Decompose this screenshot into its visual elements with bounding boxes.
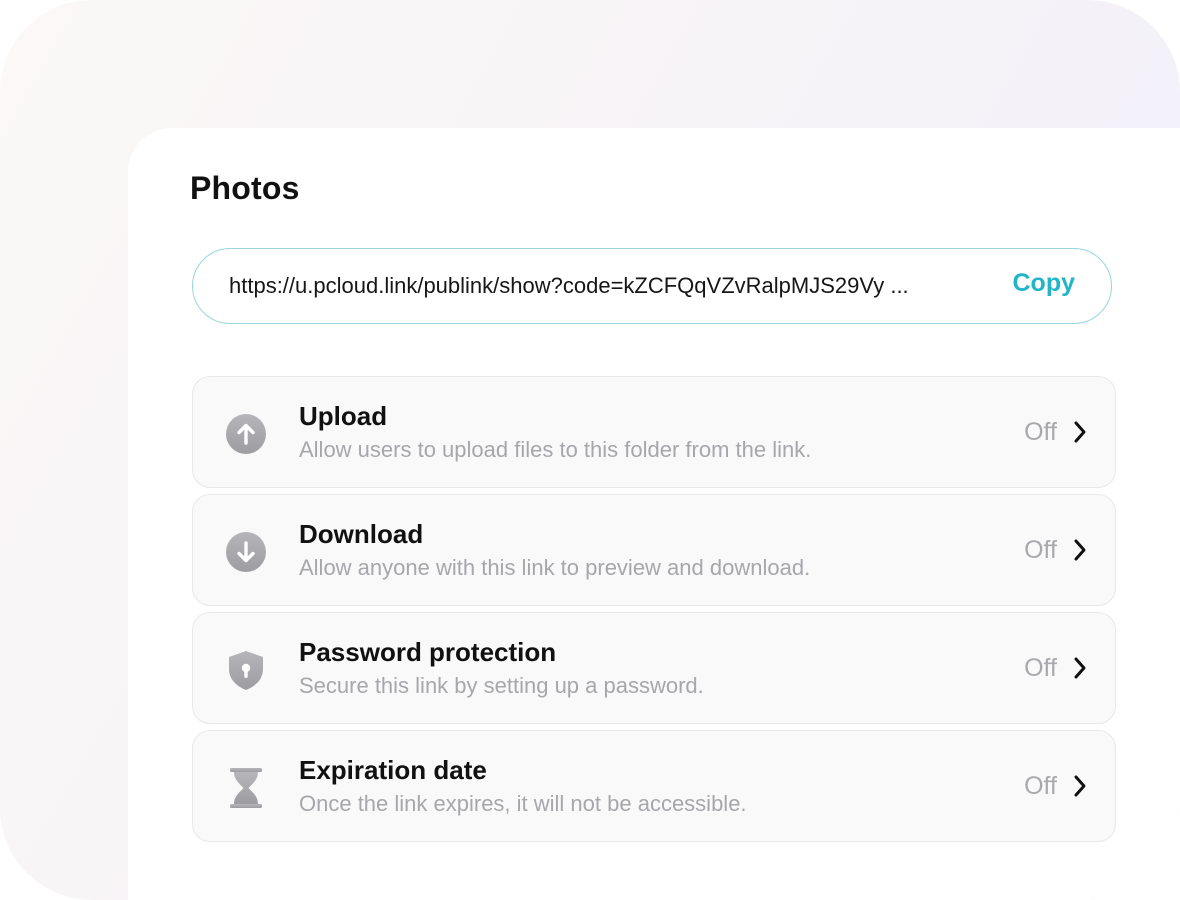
- option-description: Once the link expires, it will not be ac…: [299, 791, 747, 816]
- option-label: Download: [299, 519, 424, 549]
- share-link-url[interactable]: https://u.pcloud.link/publink/show?code=…: [229, 273, 909, 299]
- option-status: Off: [1024, 418, 1057, 446]
- background-frame: Photos https://u.pcloud.link/publink/sho…: [0, 0, 1180, 900]
- copy-link-button[interactable]: Copy: [1013, 269, 1076, 298]
- option-label: Upload: [299, 401, 388, 431]
- option-description: Allow users to upload files to this fold…: [299, 437, 812, 462]
- option-status: Off: [1024, 772, 1057, 800]
- option-download[interactable]: Download Allow anyone with this link to …: [192, 494, 1116, 606]
- option-label: Password protection: [299, 637, 557, 667]
- option-description: Secure this link by setting up a passwor…: [299, 673, 704, 698]
- chevron-right-icon: [1074, 775, 1086, 797]
- option-status: Off: [1024, 536, 1057, 564]
- upload-icon: [226, 414, 266, 454]
- chevron-right-icon: [1074, 539, 1086, 561]
- option-status: Off: [1024, 654, 1057, 682]
- hourglass-icon: [230, 768, 262, 808]
- page-title: Photos: [190, 170, 300, 206]
- download-icon: [226, 532, 266, 572]
- chevron-right-icon: [1074, 421, 1086, 443]
- share-link-panel: Photos https://u.pcloud.link/publink/sho…: [128, 128, 1180, 900]
- option-expiration-date[interactable]: Expiration date Once the link expires, i…: [192, 730, 1116, 842]
- option-description: Allow anyone with this link to preview a…: [299, 555, 811, 580]
- chevron-right-icon: [1074, 657, 1086, 679]
- shield-lock-icon: [229, 651, 263, 690]
- option-label: Expiration date: [299, 755, 487, 785]
- share-link-field[interactable]: https://u.pcloud.link/publink/show?code=…: [192, 248, 1112, 324]
- option-upload[interactable]: Upload Allow users to upload files to th…: [192, 376, 1116, 488]
- option-password-protection[interactable]: Password protection Secure this link by …: [192, 612, 1116, 724]
